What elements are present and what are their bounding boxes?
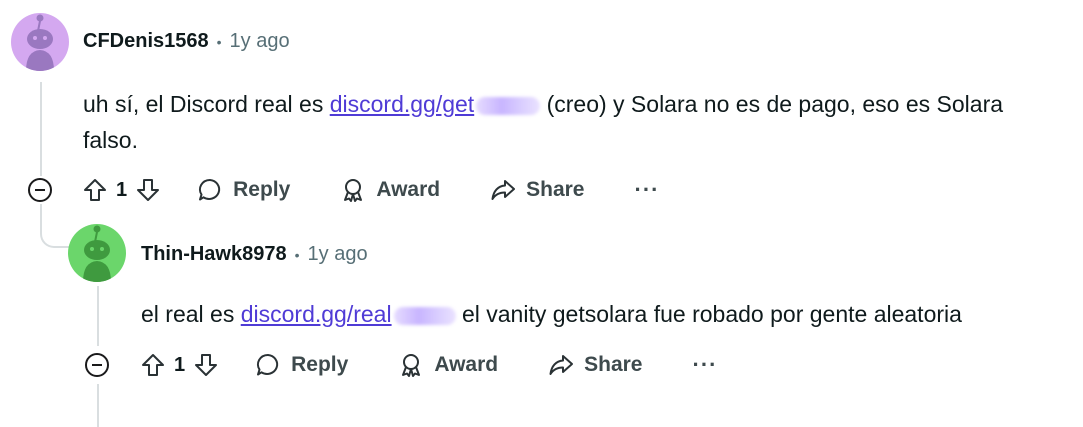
redacted-blur xyxy=(393,306,456,325)
downvote-icon[interactable] xyxy=(193,352,219,378)
discord-link[interactable]: discord.gg/real xyxy=(241,301,456,327)
author-name[interactable]: CFDenis1568 xyxy=(83,30,209,53)
vote-group: 1 xyxy=(82,177,161,203)
collapse-button[interactable] xyxy=(85,353,109,377)
separator-dot: • xyxy=(216,33,222,50)
comment-meta: CFDenis1568 • 1y ago xyxy=(83,30,290,53)
upvote-icon[interactable] xyxy=(82,177,108,203)
award-button[interactable]: Award xyxy=(340,177,440,203)
timestamp[interactable]: 1y ago xyxy=(230,30,290,53)
vote-count: 1 xyxy=(116,178,128,201)
share-button[interactable]: Share xyxy=(548,352,643,378)
comment-text: falso. xyxy=(83,127,138,153)
comment-text: (creo) y Solara no es de pago, eso es So… xyxy=(540,91,1004,117)
comment-bubble-icon xyxy=(199,178,221,201)
comment-text: el vanity getsolara fue robado por gente… xyxy=(455,301,962,327)
comment-text: uh sí, el Discord real es xyxy=(83,91,330,117)
thread-elbow xyxy=(40,204,72,248)
award-label: Award xyxy=(376,178,441,201)
collapse-button[interactable] xyxy=(28,178,52,202)
reply-button[interactable]: Reply xyxy=(255,352,348,378)
reply-label: Reply xyxy=(291,353,349,376)
share-label: Share xyxy=(526,178,585,201)
award-button[interactable]: Award xyxy=(398,352,498,378)
award-icon xyxy=(344,179,363,202)
share-icon xyxy=(491,180,516,200)
comment-meta: Thin-Hawk8978 • 1y ago xyxy=(141,243,368,266)
share-button[interactable]: Share xyxy=(490,177,585,203)
avatar[interactable] xyxy=(68,224,126,282)
comment-bubble-icon xyxy=(257,353,279,376)
comment-body: uh sí, el Discord real es discord.gg/get… xyxy=(83,86,1073,158)
vote-count: 1 xyxy=(174,353,186,376)
share-icon xyxy=(549,355,574,375)
thread-line xyxy=(40,82,42,176)
snoo-icon xyxy=(83,225,111,282)
reply-label: Reply xyxy=(233,178,291,201)
snoo-icon xyxy=(26,14,54,71)
award-icon xyxy=(402,354,421,377)
upvote-icon[interactable] xyxy=(140,352,166,378)
avatar[interactable] xyxy=(11,13,69,71)
more-options-button[interactable]: ··· xyxy=(635,177,660,203)
share-label: Share xyxy=(584,353,643,376)
comment-body: el real es discord.gg/real el vanity get… xyxy=(141,296,1076,332)
thread-line xyxy=(97,286,99,346)
separator-dot: • xyxy=(294,246,300,263)
redacted-blur xyxy=(476,96,541,115)
reply-button[interactable]: Reply xyxy=(197,177,290,203)
downvote-icon[interactable] xyxy=(135,177,161,203)
comment-actions: 1 Reply Award Share ··· xyxy=(140,345,717,385)
comment-text: el real es xyxy=(141,301,241,327)
thread-line xyxy=(97,384,99,427)
vote-group: 1 xyxy=(140,352,219,378)
author-name[interactable]: Thin-Hawk8978 xyxy=(141,243,287,266)
timestamp[interactable]: 1y ago xyxy=(308,243,368,266)
discord-link[interactable]: discord.gg/get xyxy=(330,91,541,117)
award-label: Award xyxy=(434,353,499,376)
more-options-button[interactable]: ··· xyxy=(693,352,718,378)
comment-actions: 1 Reply Award Share ··· xyxy=(82,170,659,210)
